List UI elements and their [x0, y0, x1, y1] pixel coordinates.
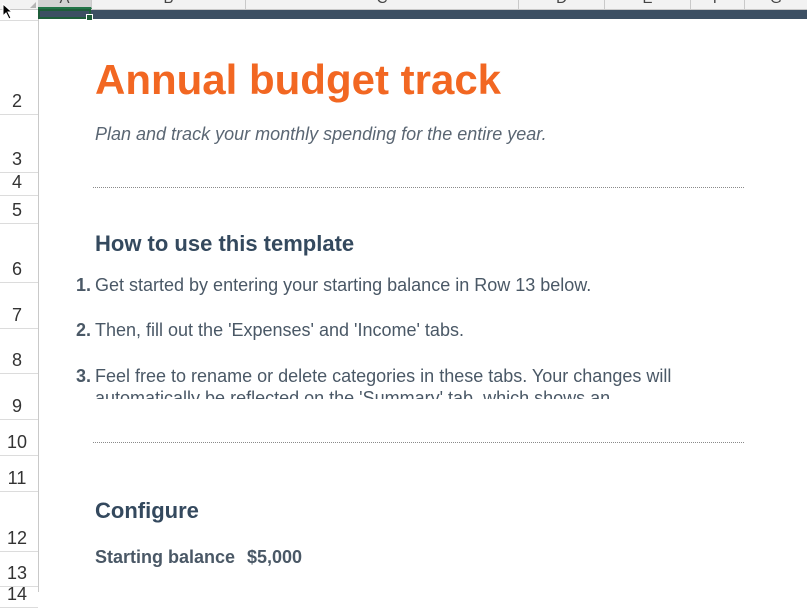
- row-header-7[interactable]: 7: [0, 283, 38, 329]
- row-header-10[interactable]: 10: [0, 420, 38, 456]
- row-header-8[interactable]: 8: [0, 329, 38, 374]
- section-divider-top: [93, 187, 744, 188]
- row-header-5[interactable]: 5: [0, 196, 38, 224]
- selected-cell-a1[interactable]: [38, 9, 93, 21]
- page-title[interactable]: Annual budget track: [95, 56, 501, 104]
- row-header-4[interactable]: 4: [0, 172, 38, 196]
- section-divider-bottom: [93, 442, 744, 443]
- step-3-number: 3.: [75, 366, 91, 386]
- how-to-heading[interactable]: How to use this template: [95, 231, 354, 257]
- configure-heading[interactable]: Configure: [95, 498, 199, 524]
- row-header-9[interactable]: 9: [0, 374, 38, 420]
- column-header-e[interactable]: E: [605, 0, 691, 9]
- column-header-bar: A B C D E F G: [0, 0, 807, 10]
- starting-balance-label[interactable]: Starting balance: [95, 547, 245, 568]
- row-header-6[interactable]: 6: [0, 224, 38, 283]
- fill-handle[interactable]: [86, 14, 93, 21]
- row-header-11[interactable]: 11: [0, 456, 38, 492]
- column-header-d[interactable]: D: [519, 0, 605, 9]
- row-header-2[interactable]: 2: [0, 21, 38, 115]
- row-header-12[interactable]: 12: [0, 492, 38, 552]
- row-header-14[interactable]: 14: [0, 584, 38, 608]
- pointer-cursor-icon: [2, 3, 14, 20]
- row-header-3[interactable]: 3: [0, 115, 38, 173]
- step-1-number: 1.: [75, 275, 91, 295]
- column-header-f[interactable]: F: [691, 0, 745, 9]
- step-2-number: 2.: [75, 320, 91, 340]
- column-header-c[interactable]: C: [246, 0, 519, 9]
- column-header-g[interactable]: G: [745, 0, 807, 9]
- step-1-text[interactable]: Get started by entering your starting ba…: [95, 274, 755, 296]
- column-header-b[interactable]: B: [92, 0, 246, 9]
- column-header-a[interactable]: A: [38, 0, 92, 9]
- row-header-13[interactable]: 13: [0, 552, 38, 587]
- header-band: [38, 10, 807, 19]
- step-3-text[interactable]: Feel free to rename or delete categories…: [95, 365, 755, 399]
- select-all-triangle-icon: [30, 2, 36, 8]
- starting-balance-input[interactable]: $5,000: [247, 547, 302, 568]
- step-2-text[interactable]: Then, fill out the 'Expenses' and 'Incom…: [95, 319, 755, 341]
- page-subtitle[interactable]: Plan and track your monthly spending for…: [95, 124, 547, 145]
- row-header-bar: 2 3 4 5 6 7 8 9 10 11 12 13 14: [0, 10, 39, 608]
